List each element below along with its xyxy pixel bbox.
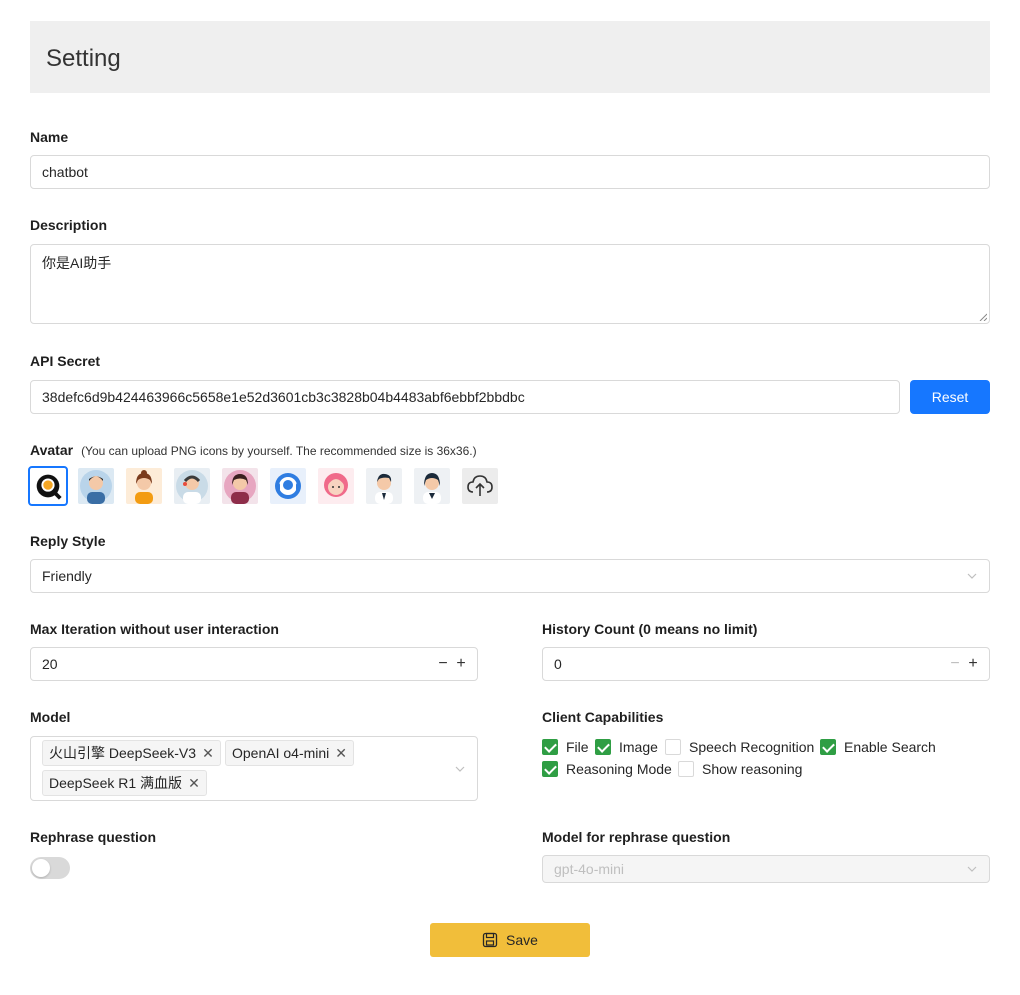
rephrase-question-toggle[interactable] xyxy=(30,857,70,879)
page-title: Setting xyxy=(46,45,121,72)
checkbox-checked-icon[interactable] xyxy=(542,739,558,755)
api-secret-label: API Secret xyxy=(30,353,101,369)
name-label: Name xyxy=(30,129,69,145)
api-secret-input[interactable]: 38defc6d9b424463966c5658e1e52d3601cb3c38… xyxy=(30,380,900,414)
reply-style-select[interactable]: Friendly xyxy=(30,559,990,593)
history-count-value: 0 xyxy=(554,656,562,672)
history-count-stepper[interactable]: 0 − + xyxy=(542,647,990,681)
checkbox-label: File xyxy=(566,739,589,755)
capability-file-checkbox[interactable]: File xyxy=(542,739,589,755)
checkbox-label: Image xyxy=(619,739,658,755)
history-count-label: History Count (0 means no limit) xyxy=(542,621,758,637)
upload-cloud-icon[interactable] xyxy=(462,468,498,504)
reset-button[interactable]: Reset xyxy=(910,380,990,414)
model-tag-label: OpenAI o4-mini xyxy=(232,745,330,761)
model-tag-label: DeepSeek R1 满血版 xyxy=(49,775,183,791)
save-icon xyxy=(482,932,498,948)
model-multiselect[interactable]: 火山引擎 DeepSeek-V3 ✕ OpenAI o4-mini ✕ DeepSe… xyxy=(30,736,478,801)
model-tag: OpenAI o4-mini ✕ xyxy=(225,740,355,766)
model-tag: DeepSeek R1 满血版 ✕ xyxy=(42,770,207,796)
checkbox-label: Speech Recognition xyxy=(689,739,815,755)
woman-avatar-icon[interactable] xyxy=(126,468,162,504)
avatar-label-text: Avatar xyxy=(30,442,74,458)
api-secret-value: 38defc6d9b424463966c5658e1e52d3601cb3c38… xyxy=(42,389,525,405)
businessman-avatar-icon[interactable] xyxy=(78,468,114,504)
name-input-value: chatbot xyxy=(42,164,88,180)
rephrase-model-select[interactable]: gpt-4o-mini xyxy=(542,855,990,883)
max-iteration-label: Max Iteration without user interaction xyxy=(30,621,279,637)
chevron-down-icon xyxy=(967,573,977,579)
avatar-label: Avatar (You can upload PNG icons by yours… xyxy=(30,442,477,458)
checkbox-unchecked-icon[interactable] xyxy=(665,739,681,755)
decrement-icon[interactable]: − xyxy=(437,656,449,672)
rephrase-question-label: Rephrase question xyxy=(30,829,157,845)
close-icon[interactable]: ✕ xyxy=(202,745,214,762)
checkbox-label: Enable Search xyxy=(844,739,936,755)
toggle-knob xyxy=(32,859,50,877)
reply-style-label: Reply Style xyxy=(30,533,106,549)
rephrase-model-label: Model for rephrase question xyxy=(542,829,731,845)
headset-avatar-icon[interactable] xyxy=(270,468,306,504)
capability-image-checkbox[interactable]: Image xyxy=(595,739,658,755)
agent-man-avatar-icon[interactable] xyxy=(366,468,402,504)
max-iteration-value: 20 xyxy=(42,656,58,672)
name-input[interactable]: chatbot xyxy=(30,155,990,189)
checkbox-checked-icon[interactable] xyxy=(820,739,836,755)
model-label: Model xyxy=(30,709,71,725)
max-iteration-stepper[interactable]: 20 − + xyxy=(30,647,478,681)
checkbox-label: Show reasoning xyxy=(702,761,803,777)
reply-style-value: Friendly xyxy=(42,568,92,584)
decrement-icon[interactable]: − xyxy=(949,656,961,672)
agent-woman-avatar-icon[interactable] xyxy=(414,468,450,504)
capability-speech-recognition-checkbox[interactable]: Speech Recognition xyxy=(665,739,814,755)
checkbox-unchecked-icon[interactable] xyxy=(678,761,694,777)
save-button-label: Save xyxy=(506,932,538,948)
rephrase-model-value: gpt-4o-mini xyxy=(554,861,625,877)
support-man-avatar-icon[interactable] xyxy=(174,468,210,504)
increment-icon[interactable]: + xyxy=(967,656,979,672)
avatar-hint: (You can upload PNG icons by yourself. T… xyxy=(81,444,477,458)
client-capabilities-label: Client Capabilities xyxy=(542,709,664,725)
model-tag: 火山引擎 DeepSeek-V3 ✕ xyxy=(42,740,221,766)
resize-handle-icon[interactable] xyxy=(979,313,987,321)
close-icon[interactable]: ✕ xyxy=(188,775,200,792)
capability-show-reasoning-checkbox[interactable]: Show reasoning xyxy=(678,761,802,777)
description-value: 你是AI助手 xyxy=(42,255,112,271)
chevron-down-icon xyxy=(455,766,465,772)
checkbox-checked-icon[interactable] xyxy=(542,761,558,777)
description-label: Description xyxy=(30,217,108,233)
save-button[interactable]: Save xyxy=(430,923,590,957)
checkbox-label: Reasoning Mode xyxy=(566,761,672,777)
checkbox-checked-icon[interactable] xyxy=(595,739,611,755)
model-tag-label: 火山引擎 DeepSeek-V3 xyxy=(49,745,197,761)
increment-icon[interactable]: + xyxy=(455,656,467,672)
chevron-down-icon xyxy=(967,866,977,872)
close-icon[interactable]: ✕ xyxy=(335,745,347,762)
capability-enable-search-checkbox[interactable]: Enable Search xyxy=(820,739,936,755)
capability-reasoning-mode-checkbox[interactable]: Reasoning Mode xyxy=(542,761,672,777)
search-avatar-icon[interactable] xyxy=(28,466,68,506)
pink-agent-avatar-icon[interactable] xyxy=(318,468,354,504)
description-textarea[interactable]: 你是AI助手 xyxy=(30,244,990,324)
page-header: Setting xyxy=(30,21,990,93)
support-woman-avatar-icon[interactable] xyxy=(222,468,258,504)
